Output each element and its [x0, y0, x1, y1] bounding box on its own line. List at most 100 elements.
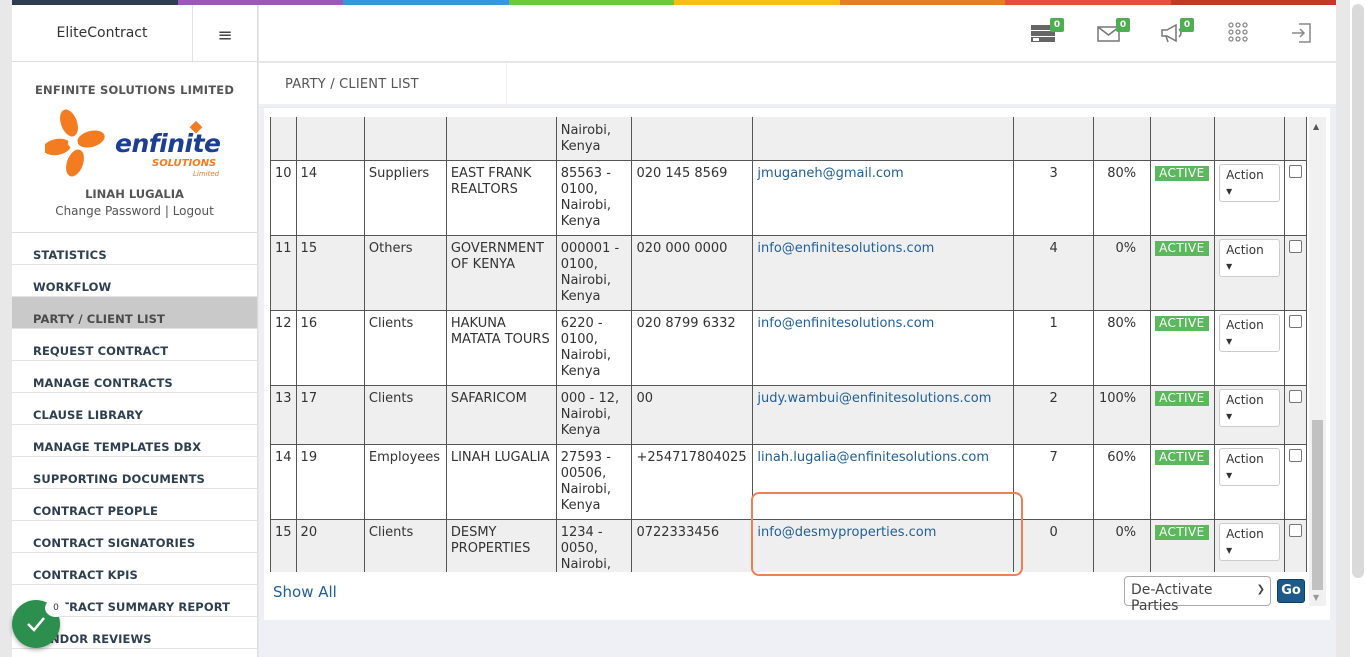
action-dropdown-button[interactable]: Action ▾: [1219, 314, 1280, 352]
select-cell: [1283, 385, 1307, 445]
hamburger-menu-icon[interactable]: ≡: [193, 5, 257, 61]
bulk-action-select[interactable]: De-Activate Parties ❯: [1124, 576, 1271, 614]
action-dropdown-button[interactable]: Action ▾: [1219, 523, 1280, 561]
email-highlight: [751, 492, 1023, 576]
email-cell[interactable]: info@enfinitesolutions.com: [752, 310, 1015, 386]
status-badge: ACTIVE: [1155, 166, 1209, 181]
show-all-link[interactable]: Show All: [273, 583, 337, 601]
select-cell: [1283, 235, 1307, 311]
address-cell: Nairobi, Kenya: [560, 123, 612, 154]
logout-link[interactable]: Logout: [173, 204, 214, 218]
server-icon[interactable]: 0: [1029, 18, 1064, 47]
row-checkbox[interactable]: [1288, 449, 1302, 462]
action-dropdown-button[interactable]: Action ▾: [1219, 239, 1280, 277]
percentage-cell: 80%: [1093, 160, 1152, 236]
percentage-cell: 60%: [1093, 444, 1152, 520]
envelope-icon[interactable]: 0: [1095, 18, 1130, 47]
sidebar-item-party-client-list[interactable]: PARTY / CLIENT LIST: [12, 297, 257, 329]
status-badge: ACTIVE: [1155, 316, 1209, 331]
sidebar-item-request-contract[interactable]: REQUEST CONTRACT: [12, 329, 257, 361]
contracts-count-cell: 0: [1013, 519, 1095, 572]
status-badge: ACTIVE: [1155, 525, 1209, 540]
caret-down-icon: ▾: [1226, 543, 1233, 557]
sidebar-item-workflow[interactable]: WORKFLOW: [12, 265, 257, 297]
percentage-cell: 100%: [1093, 385, 1152, 445]
party-id-cell: 16: [295, 310, 365, 386]
address-cell: 27593 - 00506, Nairobi, Kenya: [555, 444, 633, 520]
action-label: Action: [1226, 393, 1264, 407]
action-cell: Action ▾: [1214, 235, 1285, 311]
page-scrollbar[interactable]: [1350, 0, 1366, 657]
table-scroll-thumb[interactable]: [1312, 420, 1323, 590]
logout-icon[interactable]: [1289, 19, 1319, 47]
check-icon: [27, 617, 45, 632]
select-cell: [1283, 310, 1307, 386]
sidebar-item-manage-templates-dbx[interactable]: MANAGE TEMPLATES DBX: [12, 425, 257, 457]
action-dropdown-button[interactable]: Action ▾: [1219, 448, 1280, 486]
address-cell: 000 - 12, Nairobi, Kenya: [555, 385, 633, 445]
scroll-down-icon[interactable]: ▼: [1313, 593, 1319, 602]
sidebar-item-manage-contracts[interactable]: MANAGE CONTRACTS: [12, 361, 257, 393]
user-name: LINAH LUGALIA: [85, 187, 184, 201]
party-id-cell: 20: [295, 519, 365, 572]
sidebar-item-contract-kpis[interactable]: CONTRACT KPIS: [12, 553, 257, 585]
action-dropdown-button[interactable]: Action ▾: [1219, 164, 1280, 202]
sidebar-item-clause-library[interactable]: CLAUSE LIBRARY: [12, 393, 257, 425]
table-scrollbar[interactable]: ▲ ▼: [1309, 117, 1326, 606]
phone-cell: 020 145 8569: [631, 160, 754, 236]
row-checkbox[interactable]: [1288, 390, 1302, 403]
sidebar-item-contract-signatories[interactable]: CONTRACT SIGNATORIES: [12, 521, 257, 553]
table-panel: Nairobi, Kenya 10 14 Suppliers EAST FRANK R…: [264, 108, 1330, 620]
top-bar: 0 0 0: [259, 5, 1336, 62]
bulk-action-value: De-Activate Parties: [1131, 582, 1213, 614]
chevron-down-icon: ❯: [1256, 584, 1265, 595]
status-badge: ACTIVE: [1155, 241, 1209, 256]
megaphone-icon[interactable]: 0: [1159, 18, 1194, 47]
party-type-cell: Employees: [363, 444, 447, 520]
action-cell: Action ▾: [1214, 160, 1285, 236]
caret-down-icon: ▾: [1226, 409, 1233, 423]
contracts-count-cell: 4: [1013, 235, 1095, 311]
party-type-cell: Suppliers: [363, 160, 447, 236]
row-checkbox[interactable]: [1288, 240, 1302, 253]
table-footer: Show All De-Activate Parties ❯ Go: [273, 576, 1311, 616]
action-cell: Action ▾: [1214, 385, 1285, 445]
caret-down-icon: ▾: [1226, 334, 1233, 348]
logo-sub: Limited: [193, 170, 220, 178]
row-checkbox[interactable]: [1288, 165, 1302, 178]
contracts-count-cell: 2: [1013, 385, 1095, 445]
percentage-cell: 80%: [1093, 310, 1152, 386]
party-id-cell: 17: [295, 385, 365, 445]
party-id-cell: 19: [295, 444, 365, 520]
header-divider: [506, 63, 507, 107]
caret-down-icon: ▾: [1226, 184, 1233, 198]
go-button[interactable]: Go: [1277, 579, 1305, 603]
scroll-up-icon[interactable]: ▲: [1313, 122, 1319, 131]
contracts-count-cell: 1: [1013, 310, 1095, 386]
row-checkbox[interactable]: [1288, 524, 1302, 537]
caret-down-icon: ▾: [1226, 259, 1233, 273]
page-header: PARTY / CLIENT LIST: [259, 63, 1336, 107]
change-password-link[interactable]: Change Password: [55, 204, 161, 218]
status-cell: ACTIVE: [1150, 310, 1216, 386]
apps-grid-icon[interactable]: [1225, 19, 1255, 47]
select-cell: [1283, 444, 1307, 520]
row-checkbox[interactable]: [1288, 315, 1302, 328]
app-brand[interactable]: EliteContract: [12, 5, 193, 61]
phone-cell: 020 000 0000: [631, 235, 754, 311]
party-name-cell: SAFARICOM: [445, 385, 557, 445]
page-scroll-thumb[interactable]: [1352, 4, 1364, 578]
email-cell[interactable]: info@enfinitesolutions.com: [752, 235, 1015, 311]
sidebar-item-supporting-documents[interactable]: SUPPORTING DOCUMENTS: [12, 457, 257, 489]
phone-cell: 020 8799 6332: [631, 310, 754, 386]
action-dropdown-button[interactable]: Action ▾: [1219, 389, 1280, 427]
action-cell: Action ▾: [1214, 444, 1285, 520]
sidebar-item-contract-people[interactable]: CONTRACT PEOPLE: [12, 489, 257, 521]
sidebar: EliteContract ≡ ENFINITE SOLUTIONS LIMIT…: [12, 5, 258, 657]
sidebar-item-statistics[interactable]: STATISTICS: [12, 233, 257, 265]
party-name-cell: HAKUNA MATATA TOURS: [445, 310, 557, 386]
party-id-cell: 14: [295, 160, 365, 236]
party-id-cell: 15: [295, 235, 365, 311]
email-cell[interactable]: jmuganeh@gmail.com: [752, 160, 1015, 236]
email-cell[interactable]: judy.wambui@enfinitesolutions.com: [752, 385, 1015, 445]
